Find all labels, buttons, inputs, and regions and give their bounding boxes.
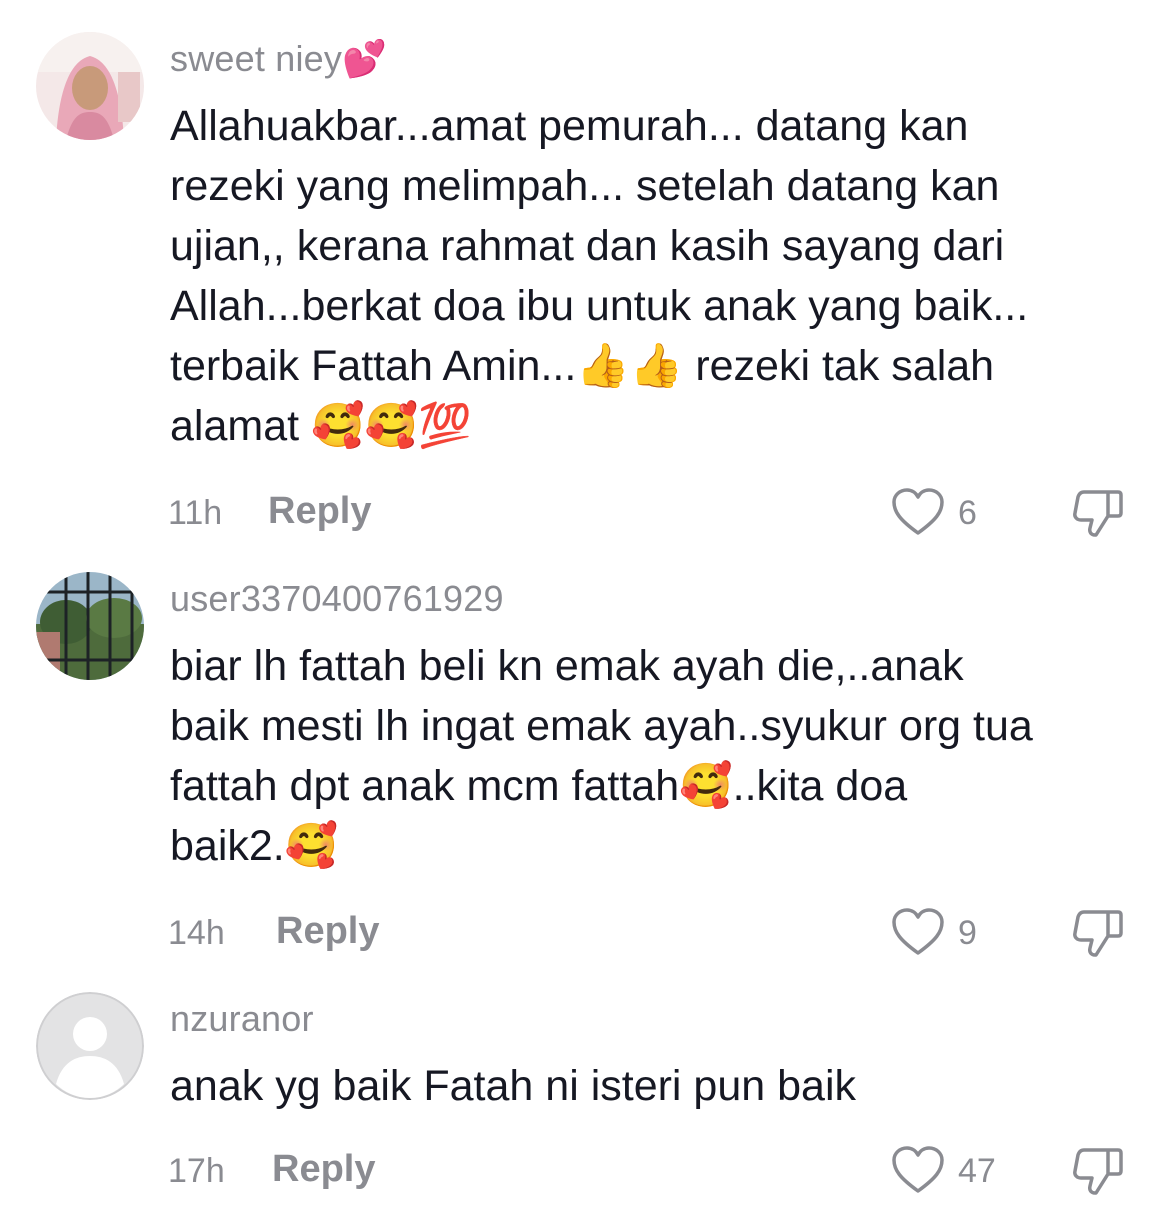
comment-actions: 14h Reply 9 [0,906,1170,966]
comment-time: 11h [168,494,223,532]
dislike-button[interactable] [1070,486,1130,542]
comment-username[interactable]: nzuranor [170,998,314,1040]
avatar[interactable] [36,572,144,680]
like-button[interactable] [890,906,950,962]
thumbs-down-outline-icon [1073,490,1123,537]
reply-button[interactable]: Reply [268,490,371,533]
comment-time: 17h [168,1152,225,1190]
comment-line: anak yg baik Fatah ni isteri pun baik [170,1062,857,1110]
reply-button[interactable]: Reply [276,910,379,953]
like-count: 47 [958,1152,996,1190]
comment-line: Allahuakbar...amat pemurah... datang kan [170,102,969,150]
like-count: 9 [958,914,977,952]
comment-line: baik mesti lh ingat emak ayah..syukur or… [170,702,1033,750]
comment-line: fattah dpt anak mcm fattah🥰..kita doa [170,762,908,810]
comment-text: anak yg baik Fatah ni isteri pun baik [170,1056,1135,1116]
comment-time: 14h [168,914,225,952]
comment-line: biar lh fattah beli kn emak ayah die,..a… [170,642,964,690]
comment-text: Allahuakbar...amat pemurah... datang kan… [170,96,1135,456]
heart-outline-icon [892,488,944,535]
comment-line: terbaik Fattah Amin...👍👍 rezeki tak sala… [170,342,995,390]
comment-text: biar lh fattah beli kn emak ayah die,..a… [170,636,1135,876]
dislike-button[interactable] [1070,1144,1130,1200]
like-button[interactable] [890,1144,950,1200]
comment-line: rezeki yang melimpah... setelah datang k… [170,162,1000,210]
comment-username[interactable]: sweet niey💕 [170,38,387,80]
like-button[interactable] [890,486,950,542]
comment-line: baik2.🥰 [170,822,339,870]
avatar[interactable] [36,992,144,1100]
dislike-button[interactable] [1070,906,1130,962]
comment-username[interactable]: user3370400761929 [170,578,504,620]
comment-line: Allah...berkat doa ibu untuk anak yang b… [170,282,1029,330]
avatar[interactable] [36,32,144,140]
comment-line: ujian,, kerana rahmat dan kasih sayang d… [170,222,1005,270]
thumbs-down-outline-icon [1073,1148,1123,1195]
comment-line: alamat 🥰🥰💯 [170,402,472,450]
like-count: 6 [958,494,977,532]
username-text: sweet niey [170,38,343,79]
username-emoji: 💕 [342,39,388,80]
default-avatar-icon [36,992,144,1100]
comment-actions: 11h Reply 6 [0,486,1170,546]
heart-outline-icon [892,908,944,955]
reply-button[interactable]: Reply [272,1148,375,1191]
profile-photo-icon [36,32,144,140]
comment-actions: 17h Reply 47 [0,1144,1170,1204]
thumbs-down-outline-icon [1073,910,1123,957]
heart-outline-icon [892,1146,944,1193]
profile-photo-icon [36,572,144,680]
